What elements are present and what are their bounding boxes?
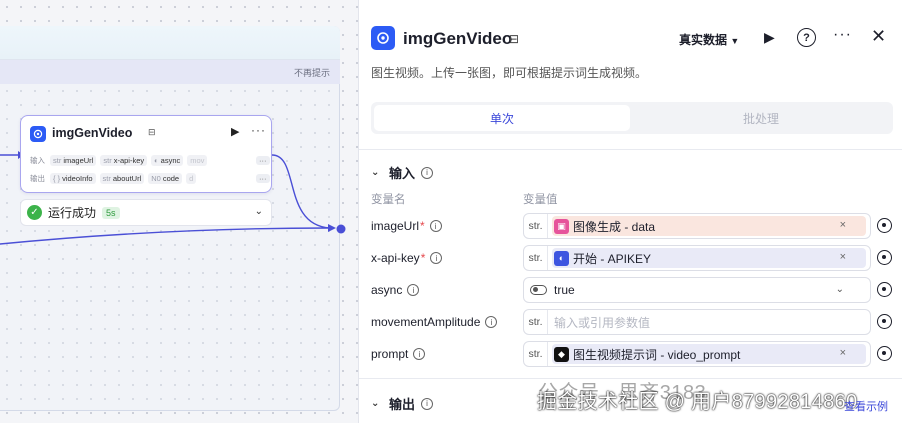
param-name: imageUrl * i — [371, 219, 442, 233]
variable-reference-chip[interactable]: ◐ 开始 - APIKEY — [552, 248, 866, 268]
plugin-icon — [371, 26, 395, 50]
chevron-down-icon[interactable]: ⌄ — [836, 284, 844, 295]
run-time-badge: 5s — [102, 206, 120, 219]
start-node-icon: ◐ — [554, 250, 569, 266]
node-more-button[interactable]: ··· — [251, 123, 266, 137]
column-header-value: 变量值 — [523, 194, 558, 206]
variable-picker-icon[interactable] — [877, 218, 892, 233]
tab-single[interactable]: 单次 — [374, 105, 630, 131]
chevron-down-icon: ⌄ — [371, 398, 380, 409]
param-value-field[interactable]: str. 输入或引用参数值 — [523, 309, 871, 335]
param-value-field[interactable]: str. ◆ 图生视频提示词 - video_prompt × — [523, 341, 871, 367]
watermark-juejin: 掘金技术社区 @ 用户87992814860 — [537, 391, 858, 413]
node-output-label: 输出 — [30, 174, 45, 183]
variable-picker-icon[interactable] — [877, 314, 892, 329]
info-icon[interactable]: i — [430, 252, 443, 264]
doc-icon: ⊟ — [148, 127, 156, 137]
node-outputs-more[interactable]: ··· — [256, 174, 270, 183]
clear-reference-icon[interactable]: × — [840, 251, 846, 263]
node-inputs-more[interactable]: ··· — [256, 156, 270, 165]
chevron-down-icon: ⌄ — [371, 167, 380, 178]
node-output-chip: N0 code — [148, 173, 183, 184]
output-section-header[interactable]: ⌄ 输出 i — [371, 394, 434, 413]
edge-bypass — [0, 227, 331, 245]
info-icon[interactable]: i — [407, 284, 420, 296]
info-icon[interactable]: i — [421, 166, 434, 179]
param-name: prompt i — [371, 347, 426, 361]
workflow-node-imggenvideo[interactable]: imgGenVideo ⊟ ▶ ··· 输入 str imageUrl str x-… — [20, 115, 272, 193]
data-mode-dropdown[interactable]: 真实数据 ▼ — [679, 31, 739, 48]
node-input-chip: ◐ async — [151, 155, 184, 166]
type-tag[interactable]: str. — [524, 310, 548, 334]
variable-picker-icon[interactable] — [877, 250, 892, 265]
close-icon[interactable]: ✕ — [871, 26, 886, 47]
run-mode-tabs: 单次 批处理 — [371, 102, 893, 134]
variable-picker-icon[interactable] — [877, 346, 892, 361]
node-outputs-row: 输出 { } videoInfo str aboutUrl N0 code d ··· — [30, 172, 270, 185]
info-icon[interactable]: i — [421, 397, 434, 410]
edge-arrowhead-out — [328, 224, 336, 232]
plugin-icon — [30, 126, 46, 142]
param-name: async i — [371, 283, 420, 297]
run-status-bar[interactable]: ✓ 运行成功 5s ⌄ — [20, 199, 272, 226]
node-inputs-row: 输入 str imageUrl str x-api-key ◐ async mov ·… — [30, 154, 270, 167]
clear-reference-icon[interactable]: × — [840, 219, 846, 231]
param-placeholder[interactable]: 输入或引用参数值 — [554, 314, 650, 331]
node-input-chip: str imageUrl — [50, 155, 97, 166]
node-input-chip: str x-api-key — [100, 155, 148, 166]
param-value-field[interactable]: str. ▣ 图像生成 - data × — [523, 213, 871, 239]
param-row-async: async i true ⌄ — [371, 277, 893, 303]
param-row-prompt: prompt i str. ◆ 图生视频提示词 - video_prompt × — [371, 341, 893, 367]
column-header-name: 变量名 — [371, 194, 406, 206]
info-icon[interactable]: i — [485, 316, 498, 328]
required-marker: * — [420, 251, 426, 265]
variable-reference-chip[interactable]: ◆ 图生视频提示词 - video_prompt — [552, 344, 866, 364]
param-value-field[interactable]: str. ◐ 开始 - APIKEY × — [523, 245, 871, 271]
clear-reference-icon[interactable]: × — [840, 347, 846, 359]
section-divider — [359, 149, 902, 150]
select-value: true — [554, 283, 575, 297]
param-name: x-api-key * i — [371, 251, 443, 265]
type-tag[interactable]: str. — [524, 342, 548, 366]
check-circle-icon: ✓ — [27, 205, 42, 220]
doc-icon[interactable]: ⊟ — [509, 32, 519, 46]
param-name: movementAmplitude i — [371, 315, 498, 329]
variable-reference-chip[interactable]: ▣ 图像生成 - data — [552, 216, 866, 236]
node-run-button[interactable]: ▶ — [231, 125, 239, 138]
node-output-chip: d — [186, 173, 197, 184]
type-tag[interactable]: str. — [524, 246, 548, 270]
node-output-chip: { } videoInfo — [50, 173, 96, 184]
run-status-text: 运行成功 — [48, 206, 97, 220]
required-marker: * — [420, 219, 425, 233]
node-input-label: 输入 — [30, 156, 45, 165]
param-select-field[interactable]: true ⌄ — [523, 277, 871, 303]
help-icon[interactable]: ? — [797, 28, 816, 47]
run-node-button[interactable]: ▶ — [764, 29, 775, 46]
tab-batch[interactable]: 批处理 — [633, 105, 889, 131]
variable-picker-icon[interactable] — [877, 282, 892, 297]
toggle-icon — [530, 285, 547, 295]
edge-port-dot — [336, 224, 346, 234]
node-title: imgGenVideo — [52, 126, 133, 140]
type-tag[interactable]: str. — [524, 214, 548, 238]
node-output-chip: str aboutUrl — [99, 173, 145, 184]
more-options-button[interactable]: ··· — [833, 26, 852, 44]
param-row-imageurl: imageUrl * i str. ▣ 图像生成 - data × — [371, 213, 893, 239]
input-section-header[interactable]: ⌄ 输入 i — [371, 163, 434, 182]
node-config-panel: imgGenVideo ⊟ 真实数据 ▼ ▶ ? ··· ✕ 图生视频。上传一张… — [358, 0, 902, 423]
node-input-chip: mov — [187, 155, 208, 166]
view-example-link[interactable]: 查看示例 — [844, 398, 888, 414]
param-row-movementamplitude: movementAmplitude i str. 输入或引用参数值 — [371, 309, 893, 335]
panel-description: 图生视频。上传一张图，即可根据提示词生成视频。 — [371, 66, 648, 80]
chevron-down-icon[interactable]: ⌄ — [255, 206, 263, 217]
image-icon: ▣ — [554, 218, 569, 234]
param-row-x-api-key: x-api-key * i str. ◐ 开始 - APIKEY × — [371, 245, 893, 271]
info-icon[interactable]: i — [429, 220, 442, 232]
edge-node-out — [271, 154, 331, 229]
agent-node-icon: ◆ — [554, 346, 569, 362]
panel-title: imgGenVideo — [403, 29, 513, 48]
workflow-canvas[interactable]: 不再提示 imgGenVideo ⊟ ▶ ··· 输入 str imageUrl … — [0, 0, 358, 423]
info-icon[interactable]: i — [413, 348, 426, 360]
